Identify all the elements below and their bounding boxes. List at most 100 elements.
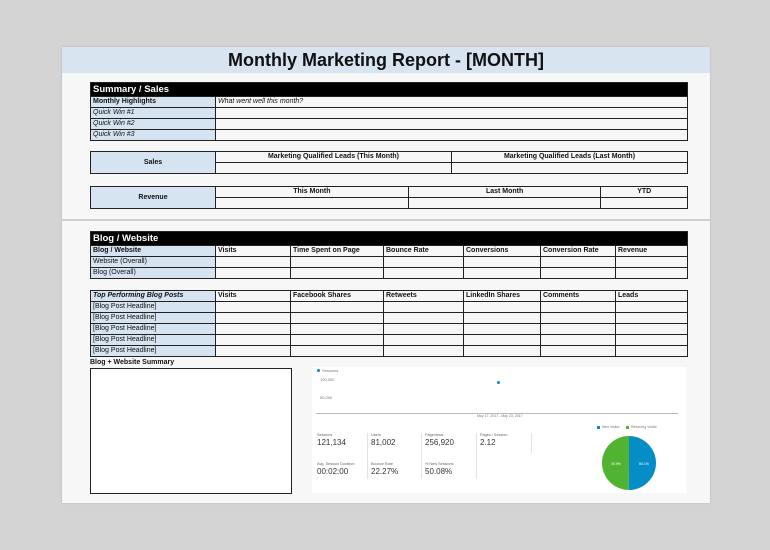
blog-cell[interactable] — [383, 267, 464, 279]
post-headline: [Blog Post Headline] — [90, 323, 216, 335]
post-headline: [Blog Post Headline] — [90, 312, 216, 324]
post-cell[interactable] — [215, 312, 291, 324]
metric-value: 22.27% — [371, 467, 399, 476]
revenue-cell[interactable] — [600, 197, 688, 209]
blog-cell[interactable] — [215, 267, 291, 279]
posts-col-header: Comments — [540, 290, 616, 302]
blog-summary-label: Blog + Website Summary — [90, 359, 175, 366]
post-cell[interactable] — [290, 323, 384, 335]
blog-cell[interactable] — [540, 267, 616, 279]
post-cell[interactable] — [215, 334, 291, 346]
quick-win-cell[interactable] — [215, 107, 688, 119]
metric-value: 81,002 — [371, 438, 396, 447]
post-headline: [Blog Post Headline] — [90, 334, 216, 346]
post-cell[interactable] — [383, 334, 464, 346]
blog-col-header: Revenue — [615, 245, 688, 257]
highlights-label: Monthly Highlights — [90, 96, 216, 108]
post-cell[interactable] — [463, 345, 541, 357]
post-cell[interactable] — [383, 301, 464, 313]
metric-label: % New Sessions — [425, 462, 454, 466]
post-cell[interactable] — [383, 312, 464, 324]
legend-dot-icon — [317, 369, 320, 372]
metric-label: Pages / Session — [480, 433, 508, 437]
metric-value: 256,920 — [425, 438, 454, 447]
blog-col-header: Blog / Website — [90, 245, 216, 257]
blog-header: Blog / Website — [90, 231, 688, 246]
quick-win-cell[interactable] — [215, 118, 688, 130]
post-cell[interactable] — [463, 312, 541, 324]
sales-label: Sales — [90, 151, 216, 174]
blog-cell[interactable] — [615, 267, 688, 279]
sales-col-header: Marketing Qualified Leads (This Month) — [215, 151, 452, 163]
blog-col-header: Time Spent on Page — [290, 245, 384, 257]
metric-divider — [476, 433, 477, 479]
post-cell[interactable] — [540, 345, 616, 357]
highlights-value[interactable]: What went well this month? — [215, 96, 688, 108]
post-cell[interactable] — [615, 323, 688, 335]
post-cell[interactable] — [463, 301, 541, 313]
post-cell[interactable] — [383, 345, 464, 357]
revenue-col-header: Last Month — [407, 186, 602, 198]
data-point — [497, 381, 500, 384]
sales-cell[interactable] — [215, 162, 452, 174]
post-cell[interactable] — [540, 312, 616, 324]
chart-legend: Sessions — [322, 368, 339, 373]
x-axis-range: May 17, 2017 - May 23, 2017 — [477, 414, 523, 418]
post-headline: [Blog Post Headline] — [90, 345, 216, 357]
metric-divider — [531, 433, 532, 453]
posts-col-header: Visits — [215, 290, 291, 302]
legend-swatch — [597, 426, 600, 429]
report-title: Monthly Marketing Report - [MONTH] — [62, 47, 710, 73]
blog-summary-box[interactable] — [90, 368, 292, 494]
blog-cell[interactable] — [615, 256, 688, 268]
blog-cell[interactable] — [463, 256, 541, 268]
posts-col-header: Leads — [615, 290, 688, 302]
revenue-cell[interactable] — [215, 197, 409, 209]
post-cell[interactable] — [615, 345, 688, 357]
post-cell[interactable] — [540, 334, 616, 346]
quick-win-label: Quick Win #2 — [90, 118, 216, 130]
pie-legend-label: New Visitor — [602, 425, 620, 429]
blog-cell[interactable] — [290, 267, 384, 279]
metric-label: Avg. Session Duration — [317, 462, 355, 466]
blog-website-table: Blog / Website Blog / Website Visits Tim… — [90, 231, 688, 279]
post-cell[interactable] — [215, 345, 291, 357]
post-cell[interactable] — [463, 334, 541, 346]
post-cell[interactable] — [615, 334, 688, 346]
blog-cell[interactable] — [540, 256, 616, 268]
post-cell[interactable] — [215, 323, 291, 335]
post-cell[interactable] — [615, 301, 688, 313]
post-cell[interactable] — [615, 312, 688, 324]
metric-label: Sessions — [317, 433, 333, 437]
post-cell[interactable] — [290, 334, 384, 346]
analytics-dashboard: Sessions 100,000 50,000 May 17, 2017 - M… — [312, 367, 686, 493]
revenue-col-header: YTD — [600, 186, 688, 198]
blog-cell[interactable] — [215, 256, 291, 268]
post-cell[interactable] — [383, 323, 464, 335]
posts-col-header: Retweets — [383, 290, 464, 302]
post-cell[interactable] — [540, 323, 616, 335]
blog-cell[interactable] — [383, 256, 464, 268]
post-cell[interactable] — [215, 301, 291, 313]
blog-col-header: Bounce Rate — [383, 245, 464, 257]
pie-label: 49.9% — [611, 462, 621, 466]
sales-cell[interactable] — [450, 162, 689, 174]
blog-cell[interactable] — [290, 256, 384, 268]
post-cell[interactable] — [463, 323, 541, 335]
metric-label: Users — [371, 433, 381, 437]
pie-chart: 49.9% 50.1% — [601, 436, 656, 490]
blog-col-header: Visits — [215, 245, 291, 257]
post-cell[interactable] — [290, 301, 384, 313]
quick-win-label: Quick Win #1 — [90, 107, 216, 119]
post-cell[interactable] — [540, 301, 616, 313]
post-cell[interactable] — [290, 345, 384, 357]
summary-table: Summary / Sales Monthly Highlights What … — [90, 82, 688, 141]
post-cell[interactable] — [290, 312, 384, 324]
blog-row-label: Blog (Overall) — [90, 267, 216, 279]
revenue-cell[interactable] — [407, 197, 602, 209]
blog-cell[interactable] — [463, 267, 541, 279]
posts-col-header: Top Performing Blog Posts — [90, 290, 216, 302]
quick-win-cell[interactable] — [215, 129, 688, 141]
pie-legend-label: Returning Visitor — [631, 425, 657, 429]
metric-value: 2.12 — [480, 438, 496, 447]
